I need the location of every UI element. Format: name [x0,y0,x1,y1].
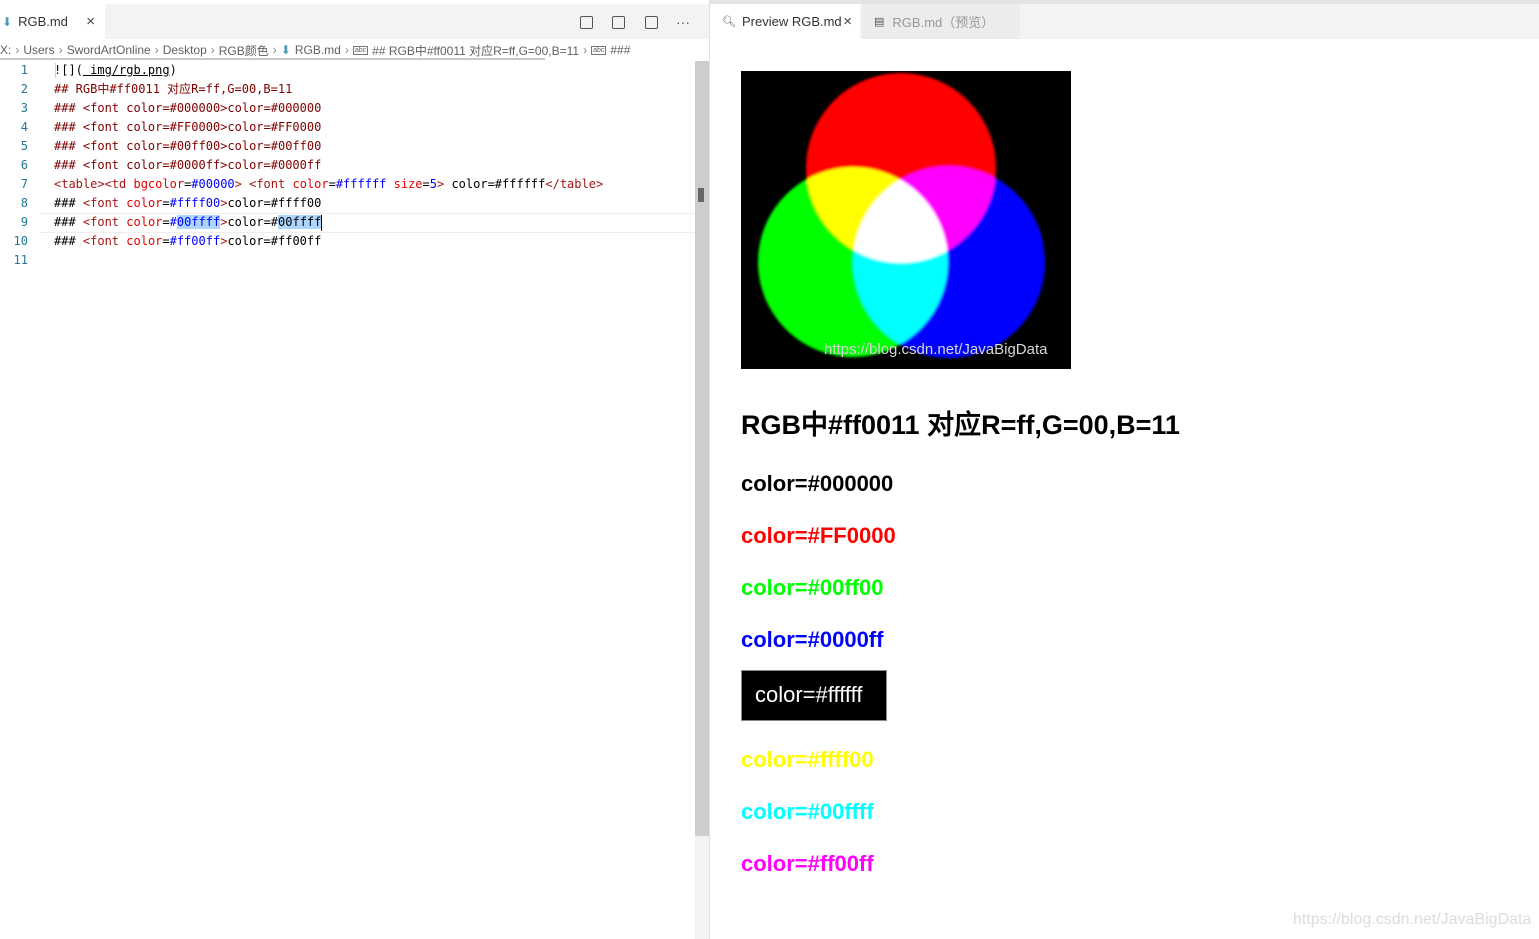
line-number: 2 [20,82,28,96]
tab-rgb-md[interactable]: ⬇ RGB.md × [0,4,105,39]
preview-heading-2: RGB中#ff0011 对应R=ff,G=00,B=11 [741,410,1180,440]
tab-preview-rgb-md[interactable]: 🔍︎ Preview RGB.md × [710,4,860,39]
preview-heading-blue: color=#0000ff [741,627,884,652]
tab-rgb-md-preview[interactable]: ▤ RGB.md（预览） [862,4,1020,39]
code-line[interactable] [54,251,694,270]
line-number: 3 [20,101,28,115]
markdown-icon: ⬇ [2,14,13,29]
open-preview-icon[interactable] [580,16,593,29]
heading-symbol-icon: abc [591,45,607,55]
code-line[interactable]: ### <font color=#00ff00>color=#00ff00 [54,137,694,156]
line-number-gutter: 1 2 3 4 5 6 7 8 9 10 11 [0,61,40,270]
breadcrumb-item[interactable]: RGB.md [295,43,341,57]
text-selection: 00ffff [278,215,322,229]
page-watermark: https://blog.csdn.net/JavaBigData [1293,911,1532,928]
code-line[interactable]: ### <font color=#000000>color=#000000 [54,99,694,118]
preview-heading-magenta: color=#ff00ff [741,851,874,876]
breadcrumb-item[interactable]: Users [23,43,54,57]
preview-heading-cyan: color=#00ffff [741,799,874,824]
code-line[interactable]: ### <font color=#0000ff>color=#0000ff [54,156,694,175]
line-number: 1 [20,63,28,77]
editor-tab-bar: ⬇ RGB.md × ··· [0,4,709,39]
markdown-preview: https://blog.csdn.net/JavaBigData RGB中#f… [710,39,1539,939]
breadcrumb-item[interactable]: SwordArtOnline [67,43,151,57]
preview-doc-icon: ▤ [874,16,885,28]
heading-symbol-icon: abc [352,45,369,55]
tab-label: RGB.md [18,14,68,29]
editor-pane: ⬇ RGB.md × ··· X: › Users › SwordArtOnline… [0,0,709,939]
breadcrumb-item[interactable]: ### [610,43,630,57]
preview-table: color=#ffffff [741,670,887,721]
preview-table-cell: color=#ffffff [755,682,863,707]
line-number: 11 [13,253,28,267]
split-editor-icon[interactable] [645,16,658,29]
preview-heading-red: color=#FF0000 [741,523,896,548]
breadcrumb-item[interactable]: RGB颜色 [219,42,269,59]
image-watermark: https://blog.csdn.net/JavaBigData [824,341,1048,358]
breadcrumb-scroll-indicator [0,58,545,60]
line-number: 4 [20,120,28,134]
more-actions-icon[interactable]: ··· [675,14,691,30]
selection-highlight: 00ffff [176,215,221,229]
rgb-circles-graphic [758,73,1045,358]
code-line[interactable]: ### <font color=#FF0000>color=#FF0000 [54,118,694,137]
tab-label: RGB.md（预览） [892,15,995,30]
editor-scrollbar[interactable] [695,61,709,939]
preview-heading-green: color=#00ff00 [741,575,884,600]
code-line-current[interactable]: ### <font color=#00ffff>color=#00ffff [54,213,694,232]
code-line[interactable]: ![]( img/rgb.png) [54,61,694,80]
line-number: 9 [20,215,28,229]
line-number: 7 [20,177,28,191]
line-number: 6 [20,158,28,172]
preview-heading-yellow: color=#ffff00 [741,747,874,772]
close-icon[interactable]: × [86,13,95,30]
tab-label: Preview RGB.md [741,14,842,29]
rgb-venn-image: https://blog.csdn.net/JavaBigData [741,71,1071,369]
breadcrumb-item[interactable]: Desktop [163,43,207,57]
preview-heading-black: color=#000000 [741,471,894,496]
markdown-icon: ⬇ [280,43,291,57]
cursor-position-marker [698,188,704,202]
code-editor[interactable]: ![]( img/rgb.png) ## RGB中#ff0011 对应R=ff,… [54,61,694,270]
code-line[interactable]: ## RGB中#ff0011 对应R=ff,G=00,B=11 [54,80,694,99]
text-cursor [321,214,323,231]
code-line[interactable]: <table><td bgcolor=#00000> <font color=#… [54,175,694,194]
line-number: 8 [20,196,28,210]
scrollbar-thumb[interactable] [695,61,709,836]
line-number: 5 [20,139,28,153]
preview-tab-bar: 🔍︎ Preview RGB.md × ▤ RGB.md（预览） [710,4,1539,39]
code-line[interactable]: ### <font color=#ff00ff>color=#ff00ff [54,232,694,251]
open-preview-side-icon[interactable] [612,16,625,29]
breadcrumb-item[interactable]: ## RGB中#ff0011 对应R=ff,G=00,B=11 [372,42,579,59]
code-line[interactable]: ### <font color=#ffff00>color=#ffff00 [54,194,694,213]
line-number: 10 [13,234,28,248]
preview-icon: 🔍︎ [722,16,736,28]
breadcrumb-item[interactable]: X: [0,43,11,57]
close-icon[interactable]: × [843,13,852,30]
